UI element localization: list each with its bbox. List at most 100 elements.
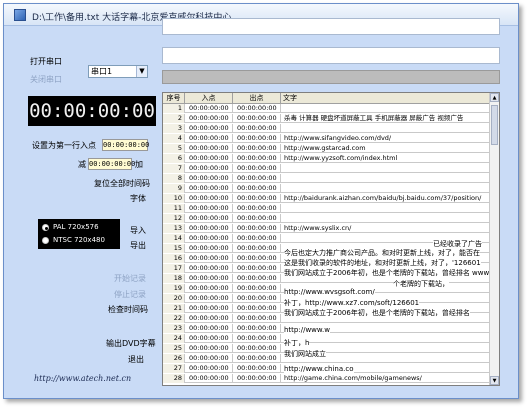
row-number[interactable]: 14	[163, 234, 185, 243]
table-row[interactable]: 9 00:00:00:00 00:00:00:00	[163, 184, 499, 194]
row-number[interactable]: 21	[163, 304, 185, 313]
subtract-button[interactable]: 减	[78, 159, 86, 170]
row-text[interactable]	[281, 174, 491, 183]
row-in-point[interactable]: 00:00:00:00	[185, 244, 233, 253]
row-number[interactable]: 5	[163, 144, 185, 153]
row-number[interactable]: 10	[163, 194, 185, 203]
row-in-point[interactable]: 00:00:00:00	[185, 364, 233, 373]
subtract-timecode-field[interactable]: 00:00:00:00	[88, 158, 135, 170]
row-in-point[interactable]: 00:00:00:00	[185, 304, 233, 313]
row-number[interactable]: 3	[163, 124, 185, 133]
table-row[interactable]: 25 00:00:00:00 00:00:00:00	[163, 344, 499, 354]
row-number[interactable]: 7	[163, 164, 185, 173]
row-out-point[interactable]: 00:00:00:00	[233, 124, 281, 133]
format-option-ntsc[interactable]: NTSC 720x480	[42, 234, 116, 247]
row-text[interactable]: 杀毒 计算器 硬盘坏道屏蔽工具 手机屏蔽器 屏蔽广告 视频广告	[281, 114, 491, 123]
row-number[interactable]: 12	[163, 214, 185, 223]
row-out-point[interactable]: 00:00:00:00	[233, 264, 281, 273]
scroll-up-icon[interactable]: ▲	[490, 93, 499, 102]
row-text[interactable]	[281, 124, 491, 133]
row-out-point[interactable]: 00:00:00:00	[233, 304, 281, 313]
font-button[interactable]: 字体	[130, 193, 146, 204]
row-text[interactable]: http://www.syslix.cn/	[281, 224, 491, 233]
row-in-point[interactable]: 00:00:00:00	[185, 114, 233, 123]
row-in-point[interactable]: 00:00:00:00	[185, 354, 233, 363]
row-out-point[interactable]: 00:00:00:00	[233, 374, 281, 383]
table-row[interactable]: 2 00:00:00:00 00:00:00:00 杀毒 计算器 硬盘坏道屏蔽工具 …	[163, 114, 499, 124]
row-in-point[interactable]: 00:00:00:00	[185, 174, 233, 183]
row-in-point[interactable]: 00:00:00:00	[185, 334, 233, 343]
add-button[interactable]: 加	[135, 159, 143, 170]
row-out-point[interactable]: 00:00:00:00	[233, 254, 281, 263]
row-in-point[interactable]: 00:00:00:00	[185, 224, 233, 233]
row-out-point[interactable]: 00:00:00:00	[233, 294, 281, 303]
row-out-point[interactable]: 00:00:00:00	[233, 164, 281, 173]
table-row[interactable]: 8 00:00:00:00 00:00:00:00	[163, 174, 499, 184]
row-out-point[interactable]: 00:00:00:00	[233, 204, 281, 213]
row-number[interactable]: 18	[163, 274, 185, 283]
port-select[interactable]: 串口1 ▼	[88, 65, 148, 78]
row-in-point[interactable]: 00:00:00:00	[185, 124, 233, 133]
row-in-point[interactable]: 00:00:00:00	[185, 204, 233, 213]
row-out-point[interactable]: 00:00:00:00	[233, 324, 281, 333]
row-out-point[interactable]: 00:00:00:00	[233, 244, 281, 253]
row-number[interactable]: 4	[163, 134, 185, 143]
export-button[interactable]: 导出	[130, 240, 146, 251]
row-in-point[interactable]: 00:00:00:00	[185, 264, 233, 273]
table-row[interactable]: 10 00:00:00:00 00:00:00:00 http://baidurank…	[163, 194, 499, 204]
table-row[interactable]: 3 00:00:00:00 00:00:00:00	[163, 124, 499, 134]
vertical-scrollbar[interactable]: ▲ ▼	[489, 93, 499, 385]
row-out-point[interactable]: 00:00:00:00	[233, 114, 281, 123]
row-text[interactable]	[281, 164, 491, 173]
first-in-timecode-field[interactable]: 00:00:00:00	[102, 139, 149, 151]
row-number[interactable]: 22	[163, 314, 185, 323]
row-out-point[interactable]: 00:00:00:00	[233, 234, 281, 243]
row-out-point[interactable]: 00:00:00:00	[233, 214, 281, 223]
row-out-point[interactable]: 00:00:00:00	[233, 284, 281, 293]
row-out-point[interactable]: 00:00:00:00	[233, 354, 281, 363]
subtitle-table[interactable]: 序号 入点 出点 文字 1 00:00:00:00 00:00:00:00 2 00:0…	[162, 92, 500, 386]
open-port-button[interactable]: 打开串口	[30, 56, 62, 67]
row-text[interactable]	[281, 214, 491, 223]
row-number[interactable]: 19	[163, 284, 185, 293]
row-out-point[interactable]: 00:00:00:00	[233, 144, 281, 153]
row-in-point[interactable]: 00:00:00:00	[185, 284, 233, 293]
row-out-point[interactable]: 00:00:00:00	[233, 134, 281, 143]
row-text[interactable]: http://game.china.com/mobile/gamenews/	[281, 374, 491, 383]
table-row[interactable]: 5 00:00:00:00 00:00:00:00 http://www.gstarc…	[163, 144, 499, 154]
scroll-down-icon[interactable]: ▼	[490, 376, 499, 385]
row-number[interactable]: 23	[163, 324, 185, 333]
row-text[interactable]: http://www.yyzsoft.com/index.html	[281, 154, 491, 163]
row-in-point[interactable]: 00:00:00:00	[185, 134, 233, 143]
row-in-point[interactable]: 00:00:00:00	[185, 214, 233, 223]
row-in-point[interactable]: 00:00:00:00	[185, 104, 233, 113]
row-text[interactable]	[281, 104, 491, 113]
table-row[interactable]: 12 00:00:00:00 00:00:00:00	[163, 214, 499, 224]
stop-record-button[interactable]: 停止记录	[114, 289, 146, 300]
row-in-point[interactable]: 00:00:00:00	[185, 314, 233, 323]
row-out-point[interactable]: 00:00:00:00	[233, 224, 281, 233]
table-row[interactable]: 24 00:00:00:00 00:00:00:00	[163, 334, 499, 344]
table-row[interactable]: 7 00:00:00:00 00:00:00:00	[163, 164, 499, 174]
row-number[interactable]: 8	[163, 174, 185, 183]
row-number[interactable]: 20	[163, 294, 185, 303]
row-in-point[interactable]: 00:00:00:00	[185, 324, 233, 333]
row-text[interactable]: http://www.gstarcad.com	[281, 144, 491, 153]
row-in-point[interactable]: 00:00:00:00	[185, 164, 233, 173]
start-record-button[interactable]: 开始记录	[114, 273, 146, 284]
row-number[interactable]: 26	[163, 354, 185, 363]
row-out-point[interactable]: 00:00:00:00	[233, 344, 281, 353]
row-number[interactable]: 17	[163, 264, 185, 273]
row-out-point[interactable]: 00:00:00:00	[233, 154, 281, 163]
close-port-button[interactable]: 关闭串口	[30, 74, 62, 85]
row-number[interactable]: 25	[163, 344, 185, 353]
format-option-pal[interactable]: PAL 720x576	[42, 221, 116, 234]
row-number[interactable]: 11	[163, 204, 185, 213]
row-in-point[interactable]: 00:00:00:00	[185, 254, 233, 263]
table-row[interactable]: 4 00:00:00:00 00:00:00:00 http://www.sifang…	[163, 134, 499, 144]
row-in-point[interactable]: 00:00:00:00	[185, 154, 233, 163]
row-in-point[interactable]: 00:00:00:00	[185, 344, 233, 353]
row-in-point[interactable]: 00:00:00:00	[185, 374, 233, 383]
scroll-thumb[interactable]	[491, 105, 498, 145]
table-row[interactable]: 28 00:00:00:00 00:00:00:00 http://game.chin…	[163, 374, 499, 384]
